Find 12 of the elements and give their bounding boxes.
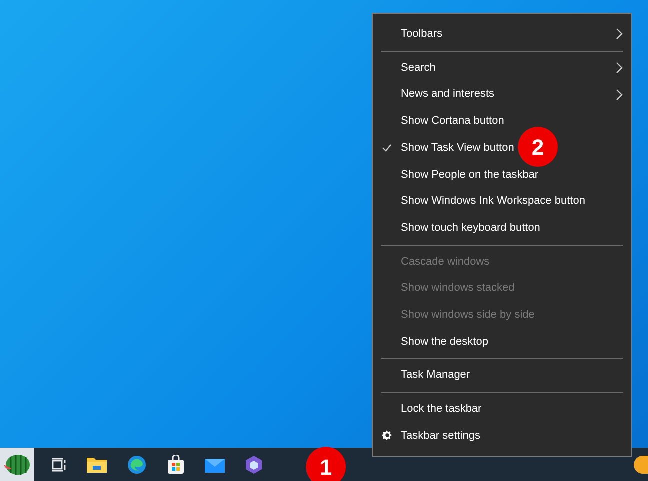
menu-item[interactable]: Toolbars: [401, 26, 443, 43]
menu-item[interactable]: Taskbar settings: [401, 428, 480, 444]
menu-item[interactable]: Show touch keyboard button: [401, 220, 540, 236]
menu-item[interactable]: Show People on the taskbar: [401, 166, 539, 184]
menu-item[interactable]: Show Task View button: [401, 140, 514, 156]
menu-item[interactable]: News and interests: [401, 86, 495, 103]
menu-item[interactable]: Show the desktop: [401, 334, 488, 350]
menu-item[interactable]: Task Manager: [401, 367, 470, 384]
menu-item[interactable]: Search: [401, 60, 436, 76]
menu-item[interactable]: Lock the taskbar: [401, 401, 482, 418]
menu-item[interactable]: Show Cortana button: [401, 113, 504, 130]
menu-item[interactable]: Show Windows Ink Workspace button: [401, 193, 586, 210]
